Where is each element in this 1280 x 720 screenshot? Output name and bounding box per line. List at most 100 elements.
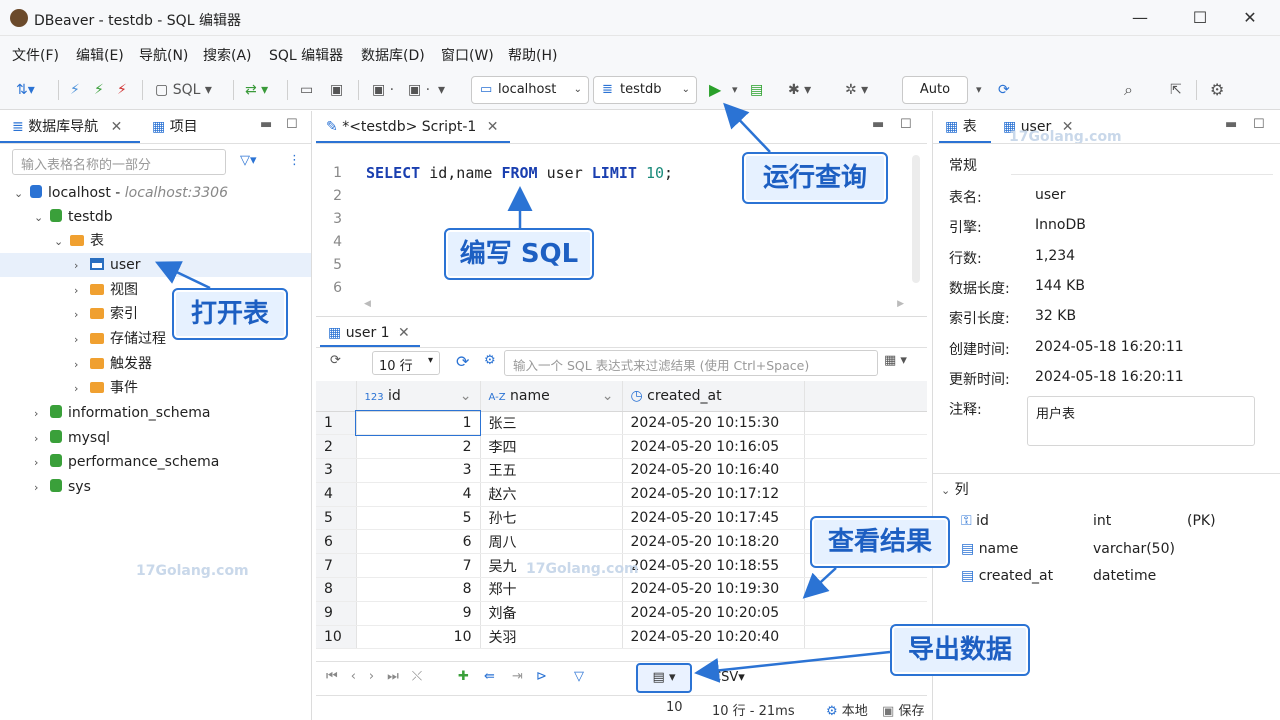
export-format-selector[interactable]: CSV▾ — [712, 670, 745, 685]
cell-created-at[interactable]: 2024-05-20 10:16:40 — [622, 458, 805, 483]
export-data-button[interactable]: ▤ ▾ — [636, 663, 692, 693]
cell-name[interactable]: 孙七 — [480, 506, 623, 531]
format-icon[interactable]: ▣ · — [408, 79, 430, 101]
view-options-icon[interactable]: ▦ ▾ — [884, 353, 907, 368]
cell-name[interactable]: 刘备 — [480, 601, 623, 626]
tab-projects[interactable]: ▦ 项目 — [148, 111, 248, 143]
cell-id[interactable]: 10 — [356, 625, 481, 650]
table-row[interactable]: 8 8 郑十 2024-05-20 10:19:30 — [316, 577, 927, 602]
tree-item-procedures[interactable]: › 存储过程 — [74, 327, 166, 351]
table-row[interactable]: 4 4 赵六 2024-05-20 10:17:12 — [316, 482, 927, 507]
cell-name[interactable]: 王五 — [480, 458, 623, 483]
cell-id[interactable]: 6 — [356, 529, 481, 555]
cell-created-at[interactable]: 2024-05-20 10:17:45 — [622, 506, 805, 531]
search-icon[interactable]: ⌕ — [1124, 79, 1133, 101]
cell-created-at[interactable]: 2024-05-20 10:20:05 — [622, 601, 805, 626]
tree-item-information-schema[interactable]: › information_schema — [34, 401, 211, 425]
run-script-icon[interactable]: ▤ — [750, 79, 763, 101]
sql-editor-button[interactable]: ▢ SQL ▾ — [155, 79, 212, 101]
maximize-panel-icon[interactable]: ☐ — [286, 117, 298, 132]
cell-name[interactable]: 关羽 — [480, 625, 623, 650]
tree-item-localhost[interactable]: ⌄ localhost - localhost:3306 — [14, 181, 228, 205]
column-list-item[interactable]: ▤ created_at datetime — [961, 568, 1271, 590]
menu-file[interactable]: 文件(F) — [12, 45, 59, 65]
horizontal-scrollbar[interactable]: ◀ ▶ — [364, 299, 904, 309]
close-icon[interactable]: ✕ — [398, 325, 410, 341]
cell-created-at[interactable]: 2024-05-20 10:16:05 — [622, 434, 805, 460]
status-local[interactable]: ⚙ 本地 — [826, 700, 868, 719]
table-row[interactable]: 1 1 张三 2024-05-20 10:15:30 — [316, 410, 927, 436]
cell-id[interactable]: 1 — [355, 410, 481, 436]
cell-name[interactable]: 郑十 — [480, 577, 623, 602]
section-columns[interactable]: ⌄ 列 — [941, 479, 969, 499]
minimize-panel-icon[interactable]: ▬ — [1225, 117, 1237, 132]
tree-item-indexes[interactable]: › 索引 — [74, 302, 138, 326]
minimize-panel-icon[interactable]: ▬ — [260, 117, 272, 132]
tree-item-tables[interactable]: ⌄ 表 — [54, 229, 104, 253]
share-icon[interactable]: ⇱ — [1170, 79, 1182, 101]
cell-name[interactable]: 李四 — [480, 434, 623, 460]
cell-created-at[interactable]: 2024-05-20 10:19:30 — [622, 577, 805, 602]
close-button[interactable]: ✕ — [1237, 6, 1263, 30]
tools-icon[interactable]: ✲ ▾ — [845, 79, 868, 101]
debug-icon[interactable]: ✱ ▾ — [788, 79, 811, 101]
close-icon[interactable]: ✕ — [111, 119, 123, 135]
menu-edit[interactable]: 编辑(E) — [76, 45, 124, 65]
commit-icon[interactable]: ▭ — [300, 79, 313, 101]
column-header-id[interactable]: 123 id ⌄ — [356, 381, 481, 412]
menu-search[interactable]: 搜索(A) — [203, 45, 252, 65]
cell-id[interactable]: 5 — [356, 506, 481, 531]
connect-icon[interactable]: ⇅▾ — [16, 79, 35, 101]
column-list-item[interactable]: ⚿ id int (PK) — [961, 513, 1271, 535]
tree-item-events[interactable]: › 事件 — [74, 376, 138, 400]
close-icon[interactable]: ✕ — [487, 119, 499, 135]
save-changes-icon[interactable]: ⊳ — [536, 669, 547, 684]
menu-help[interactable]: 帮助(H) — [508, 45, 557, 65]
run-dropdown-icon[interactable]: ▾ — [732, 79, 738, 101]
tab-table[interactable]: ▦ 表 — [939, 111, 991, 143]
cell-id[interactable]: 8 — [356, 577, 481, 602]
table-row[interactable]: 9 9 刘备 2024-05-20 10:20:05 — [316, 601, 927, 626]
menu-window[interactable]: 窗口(W) — [441, 45, 494, 65]
sql-code-line[interactable]: SELECT id,name FROM user LIMIT 10; — [366, 164, 673, 182]
cell-name[interactable]: 张三 — [480, 411, 623, 436]
minimize-panel-icon[interactable]: ▬ — [872, 117, 884, 132]
column-list-item[interactable]: ▤ name varchar(50) — [961, 541, 1271, 563]
table-row[interactable]: 10 10 关羽 2024-05-20 10:20:40 — [316, 625, 927, 650]
more-dropdown-icon[interactable]: ▾ — [438, 79, 445, 101]
tab-result-user-1[interactable]: ▦ user 1 ✕ — [320, 319, 420, 347]
cell-created-at[interactable]: 2024-05-20 10:17:12 — [622, 482, 805, 507]
database-selector[interactable]: ≣ testdb ⌄ — [593, 76, 697, 104]
minimize-button[interactable]: — — [1127, 6, 1153, 30]
cell-id[interactable]: 3 — [356, 458, 481, 483]
table-row[interactable]: 2 2 李四 2024-05-20 10:16:05 — [316, 434, 927, 460]
tab-database-navigator[interactable]: ≣ 数据库导航 ✕ — [0, 111, 140, 143]
column-header-name[interactable]: A-Z name ⌄ — [480, 381, 623, 412]
menu-database[interactable]: 数据库(D) — [361, 45, 425, 65]
cell-id[interactable]: 7 — [356, 553, 481, 579]
row-limit-selector[interactable]: 10 行 ▾ — [372, 351, 440, 375]
filter-settings-icon[interactable]: ⚙ — [484, 353, 496, 368]
mode-dropdown-icon[interactable]: ▾ — [976, 79, 982, 101]
tab-script-1[interactable]: ✎ *<testdb> Script-1 ✕ — [316, 111, 510, 143]
connection-selector[interactable]: ▭ localhost ⌄ — [471, 76, 589, 104]
transaction-icon[interactable]: ⇄ ▾ — [245, 79, 268, 101]
gear-icon[interactable]: ⚙ — [1210, 79, 1224, 101]
tree-item-performance-schema[interactable]: › performance_schema — [34, 450, 219, 474]
cell-created-at[interactable]: 2024-05-20 10:20:40 — [622, 625, 805, 650]
delete-row-icon[interactable]: ⇥ — [512, 669, 523, 684]
cell-created-at[interactable]: 2024-05-20 10:15:30 — [622, 411, 805, 436]
run-query-button[interactable]: ▶ — [709, 79, 721, 101]
add-row-icon[interactable]: ✚ — [458, 669, 469, 684]
tree-item-user[interactable]: › user — [0, 253, 311, 277]
cell-id[interactable]: 2 — [356, 434, 481, 460]
plug-icon[interactable]: ⚡ — [70, 79, 80, 101]
filter-icon[interactable]: ▽ — [574, 669, 584, 684]
table-filter-input[interactable]: 输入表格名称的一部分 — [12, 149, 226, 175]
maximize-panel-icon[interactable]: ☐ — [1253, 117, 1265, 132]
more-options-icon[interactable]: ⋮ — [288, 153, 301, 168]
cell-created-at[interactable]: 2024-05-20 10:18:20 — [622, 529, 805, 555]
tree-item-triggers[interactable]: › 触发器 — [74, 352, 152, 376]
menu-sql-editor[interactable]: SQL 编辑器 — [269, 45, 343, 65]
refresh-results-icon[interactable]: ⟳ — [456, 352, 469, 371]
